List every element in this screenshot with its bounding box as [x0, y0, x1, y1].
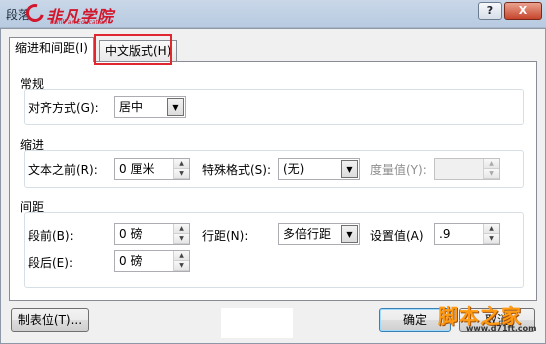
help-button[interactable]: ? [478, 2, 502, 20]
spacing-after-label: 段后(E): [28, 256, 73, 270]
paragraph-dialog: 缩进和间距(I) 中文版式(H) 常规 对齐方式(G): 居中 ▼ 缩进 文本之… [0, 28, 546, 344]
spacing-after-spinner[interactable]: ▲ ▼ [173, 251, 189, 271]
chevron-down-icon[interactable]: ▼ [167, 98, 184, 116]
setting-value-label: 设置值(A) [370, 229, 424, 243]
chevron-down-icon[interactable]: ▼ [341, 160, 358, 178]
brand-tagline: Fulfill an Education [50, 19, 108, 26]
setting-value-spinner[interactable]: ▲ ▼ [483, 224, 499, 244]
chevron-down-icon[interactable]: ▼ [341, 225, 358, 243]
spin-down-icon[interactable]: ▼ [174, 169, 189, 179]
watermark-url: www.d71ft.com [466, 324, 537, 333]
measure-input: ▲ ▼ [434, 158, 500, 180]
alignment-label: 对齐方式(G): [28, 101, 99, 115]
general-groupbox [24, 89, 524, 125]
special-format-value: (无) [283, 162, 305, 176]
measure-label: 度量值(Y): [370, 163, 427, 177]
tab-chinese-typography[interactable]: 中文版式(H) [99, 40, 178, 62]
spin-down-icon[interactable]: ▼ [484, 234, 499, 244]
blank-area [221, 308, 293, 338]
indent-before-label: 文本之前(R): [28, 163, 98, 177]
line-spacing-select[interactable]: 多倍行距 ▼ [278, 223, 360, 245]
brand-logo: 非凡学院 Fulfill an Education [22, 0, 138, 26]
spacing-after-input[interactable]: 0 磅 ▲ ▼ [114, 250, 190, 272]
special-format-select[interactable]: (无) ▼ [278, 158, 360, 180]
indent-before-input[interactable]: 0 厘米 ▲ ▼ [114, 158, 190, 180]
tab-indent-spacing[interactable]: 缩进和间距(I) [9, 37, 94, 62]
site-watermark: 脚本之家 www.d71ft.com [436, 300, 544, 340]
alignment-value: 居中 [119, 100, 144, 114]
spin-down-icon[interactable]: ▼ [174, 261, 189, 271]
special-format-label: 特殊格式(S): [202, 163, 272, 177]
line-spacing-value: 多倍行距 [283, 227, 332, 241]
tab-panel: 常规 对齐方式(G): 居中 ▼ 缩进 文本之前(R): 0 厘米 ▲ ▼ 特殊… [9, 61, 537, 301]
setting-value-input[interactable]: .9 ▲ ▼ [434, 223, 500, 245]
spacing-before-label: 段前(B): [28, 229, 74, 243]
spin-up-icon[interactable]: ▲ [174, 251, 189, 261]
spin-down-icon[interactable]: ▼ [174, 234, 189, 244]
indent-before-value: 0 厘米 [119, 162, 155, 176]
spacing-before-input[interactable]: 0 磅 ▲ ▼ [114, 223, 190, 245]
spacing-before-value: 0 磅 [119, 227, 143, 241]
measure-spinner: ▲ ▼ [483, 159, 499, 179]
spin-up-icon[interactable]: ▲ [174, 224, 189, 234]
spacing-before-spinner[interactable]: ▲ ▼ [173, 224, 189, 244]
spin-up-icon[interactable]: ▲ [174, 159, 189, 169]
line-spacing-label: 行距(N): [202, 229, 249, 243]
indent-before-spinner[interactable]: ▲ ▼ [173, 159, 189, 179]
spacing-after-value: 0 磅 [119, 254, 143, 268]
tab-stops-button[interactable]: 制表位(T)... [11, 308, 89, 332]
close-button[interactable]: X [504, 2, 542, 20]
alignment-select[interactable]: 居中 ▼ [114, 96, 186, 118]
title-bar: 段落 非凡学院 Fulfill an Education ? X [0, 0, 546, 28]
brand-logo-mark-icon [22, 0, 48, 26]
spin-up-icon[interactable]: ▲ [484, 224, 499, 234]
spin-down-icon: ▼ [484, 169, 499, 179]
spin-up-icon: ▲ [484, 159, 499, 169]
setting-value: .9 [439, 227, 451, 241]
